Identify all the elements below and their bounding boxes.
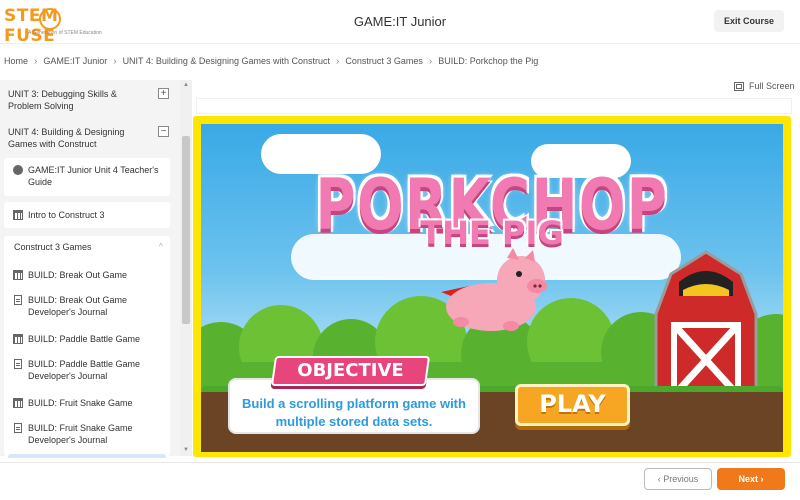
sidebar-item-label: BUILD: Break Out Game <box>28 270 128 280</box>
expand-plus-icon[interactable]: + <box>158 88 169 99</box>
sidebar-item-label: BUILD: Fruit Snake Game <box>28 398 133 408</box>
objective-label: OBJECTIVE <box>297 360 404 381</box>
sidebar-item-label: BUILD: Paddle Battle Game <box>28 334 141 344</box>
sidebar-scrollbar-thumb[interactable] <box>182 136 190 324</box>
section-title[interactable]: Construct 3 Games <box>14 242 92 252</box>
sidebar-item-label: BUILD: Paddle Battle Game Developer's Jo… <box>28 359 141 381</box>
chevron-up-icon[interactable]: ^ <box>159 242 163 251</box>
chevron-right-icon: › <box>428 55 433 67</box>
chevron-right-icon: › <box>335 55 340 67</box>
table-icon <box>13 334 23 344</box>
scroll-up-arrow-icon[interactable]: ▲ <box>182 81 190 89</box>
fullscreen-icon <box>734 81 744 91</box>
document-icon <box>14 423 22 433</box>
breadcrumb-current: BUILD: Porkchop the Pig <box>438 56 539 66</box>
top-header: STEM FUSE A Generation of STEM Education… <box>0 0 800 46</box>
course-sidebar: UNIT 3: Debugging Skills & Problem Solvi… <box>0 80 180 456</box>
sidebar-unit-4[interactable]: UNIT 4: Building & Designing Games with … <box>8 126 174 150</box>
breadcrumb-unit[interactable]: UNIT 4: Building & Designing Games with … <box>123 56 330 66</box>
flying-pig-icon <box>441 248 547 331</box>
next-button[interactable]: Next › <box>717 468 785 490</box>
table-icon <box>13 398 23 408</box>
course-title: GAME:IT Junior <box>353 14 447 29</box>
breadcrumb: Home › GAME:IT Junior › UNIT 4: Building… <box>4 54 538 68</box>
chevron-right-icon: › <box>113 55 117 67</box>
footer-divider <box>0 462 800 463</box>
full-screen-label: Full Screen <box>749 81 795 91</box>
sidebar-unit-4-label: UNIT 4: Building & Designing Games with … <box>8 127 125 149</box>
robot-icon <box>13 165 23 175</box>
sidebar-item-label: BUILD: Break Out Game Developer's Journa… <box>28 295 128 317</box>
previous-button[interactable]: ‹ Previous <box>644 468 712 490</box>
scroll-down-arrow-icon[interactable]: ▼ <box>182 446 190 454</box>
objective-description: Build a scrolling platform game with mul… <box>242 396 466 429</box>
table-icon <box>13 210 23 220</box>
barn-icon <box>654 250 758 392</box>
sidebar-unit-3[interactable]: UNIT 3: Debugging Skills & Problem Solvi… <box>8 88 174 112</box>
document-icon <box>14 359 22 369</box>
collapse-minus-icon[interactable]: − <box>158 126 169 137</box>
logo-tagline: A Generation of STEM Education <box>28 30 102 36</box>
sidebar-item-label: GAME:IT Junior Unit 4 Teacher's Guide <box>28 165 159 187</box>
play-button-label[interactable]: PLAY <box>515 390 630 418</box>
exit-course-button[interactable]: Exit Course <box>714 10 784 32</box>
sidebar-section-construct-games: Construct 3 Games ^ BUILD: Break Out Gam… <box>4 236 170 456</box>
sidebar-item-label: Intro to Construct 3 <box>28 210 105 220</box>
breadcrumb-section[interactable]: Construct 3 Games <box>345 56 423 66</box>
full-screen-button[interactable]: Full Screen <box>734 80 795 92</box>
sidebar-item-label: BUILD: Fruit Snake Game Developer's Jour… <box>28 423 133 445</box>
sidebar-item-intro[interactable]: Intro to Construct 3 <box>4 202 170 228</box>
chevron-right-icon: › <box>34 55 38 67</box>
sidebar-item-teacher-guide[interactable]: GAME:IT Junior Unit 4 Teacher's Guide <box>4 158 170 196</box>
content-frame-top <box>196 98 792 114</box>
breadcrumb-home[interactable]: Home <box>4 56 28 66</box>
game-subtitle: THE PIG <box>420 214 564 252</box>
sidebar-unit-3-label: UNIT 3: Debugging Skills & Problem Solvi… <box>8 89 117 111</box>
game-canvas[interactable]: PORKCHOP THE PIG OBJECTIVE Build a scrol… <box>201 124 783 452</box>
document-icon <box>14 295 22 305</box>
sidebar-active-item[interactable] <box>8 454 166 458</box>
breadcrumb-course[interactable]: GAME:IT Junior <box>43 56 107 66</box>
table-icon <box>13 270 23 280</box>
